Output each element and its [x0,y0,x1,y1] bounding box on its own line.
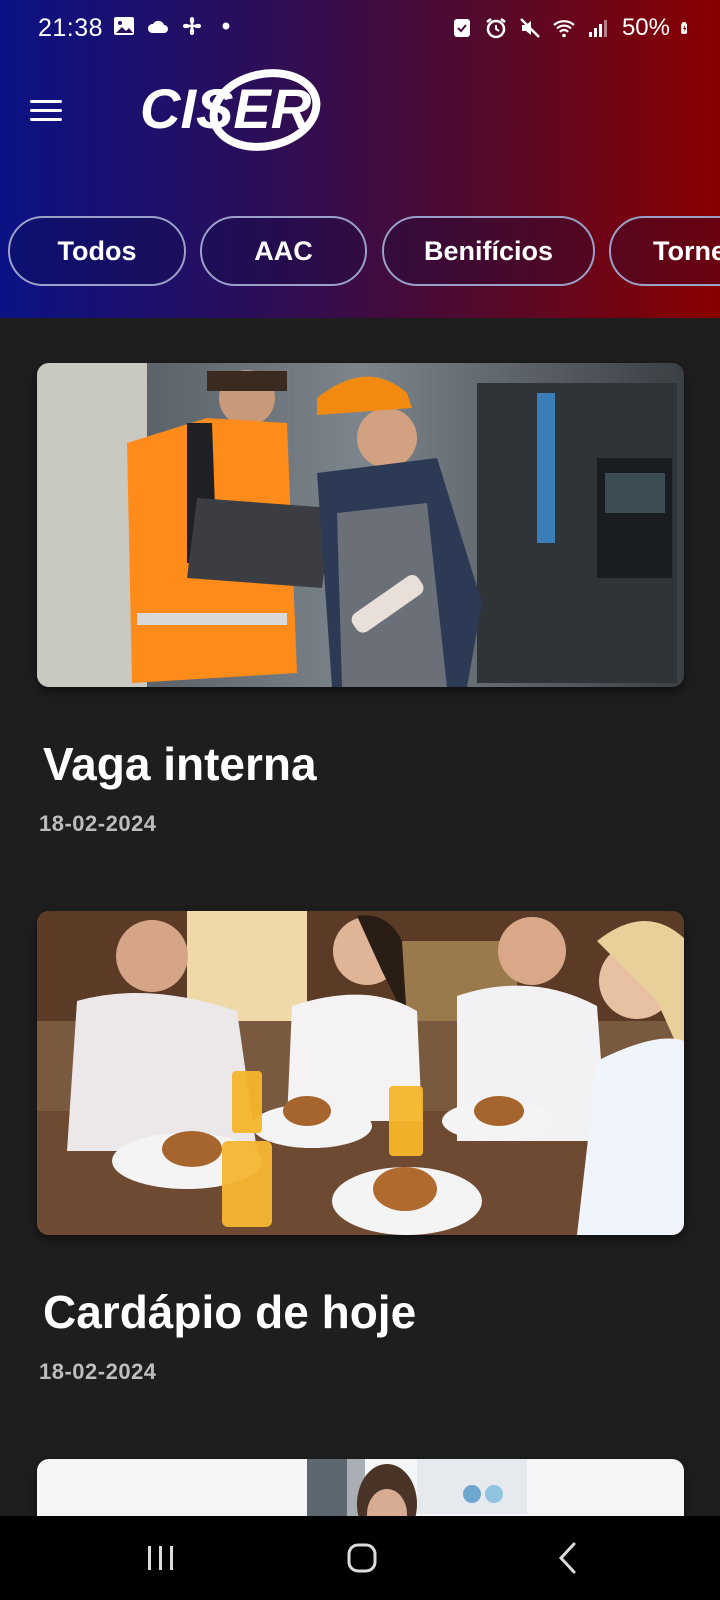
status-bar: 21:38 50% [0,0,720,56]
battery-icon [681,22,687,34]
back-icon[interactable] [549,1538,589,1578]
signal-icon [588,20,607,37]
news-card[interactable]: Cardápio de hoje 18-02-2024 [37,911,684,1384]
ciser-logo: CISER [140,69,321,151]
wifi-icon [553,20,575,38]
dot-icon [222,22,230,30]
chip-beneficios[interactable]: Benifícios [382,216,595,286]
woman-at-office-photo [37,1459,684,1516]
recents-icon[interactable] [141,1538,181,1578]
news-card[interactable]: Vaga interna 18-02-2024 [37,363,684,836]
chip-torne[interactable]: Torne [609,216,720,286]
fan-icon [183,17,201,35]
industrial-workers-with-laptop-photo [37,363,684,687]
cloud-icon [147,20,168,33]
alarm-icon [486,18,506,39]
mute-icon [520,18,540,38]
chip-todos[interactable]: Todos [8,216,186,286]
chip-aac[interactable]: AAC [200,216,367,286]
status-left-icons [112,14,238,38]
card-title: Cardápio de hoje [43,1286,417,1338]
menu-line [30,99,62,103]
people-eating-burgers-photo [37,911,684,1235]
news-feed: Vaga interna 18-02-2024 Cardápio de hoje… [0,318,720,1516]
system-navigation-bar [0,1516,720,1600]
card-title: Vaga interna [43,738,317,790]
card-date: 18-02-2024 [39,811,157,836]
news-card[interactable] [37,1459,684,1516]
logo-text: CISER [140,77,312,140]
home-icon[interactable] [342,1538,382,1578]
status-right-icons: 50% [450,14,694,42]
screenshot-icon [453,19,470,37]
card-date: 18-02-2024 [39,1359,157,1384]
menu-line [30,117,62,121]
gallery-icon [114,17,134,35]
menu-line [30,108,62,112]
battery-percentage: 50% [621,14,670,41]
category-chips: Todos AAC Benifícios Torne [0,216,720,288]
hamburger-menu-icon[interactable] [30,92,70,128]
status-time: 21:38 [38,14,104,42]
